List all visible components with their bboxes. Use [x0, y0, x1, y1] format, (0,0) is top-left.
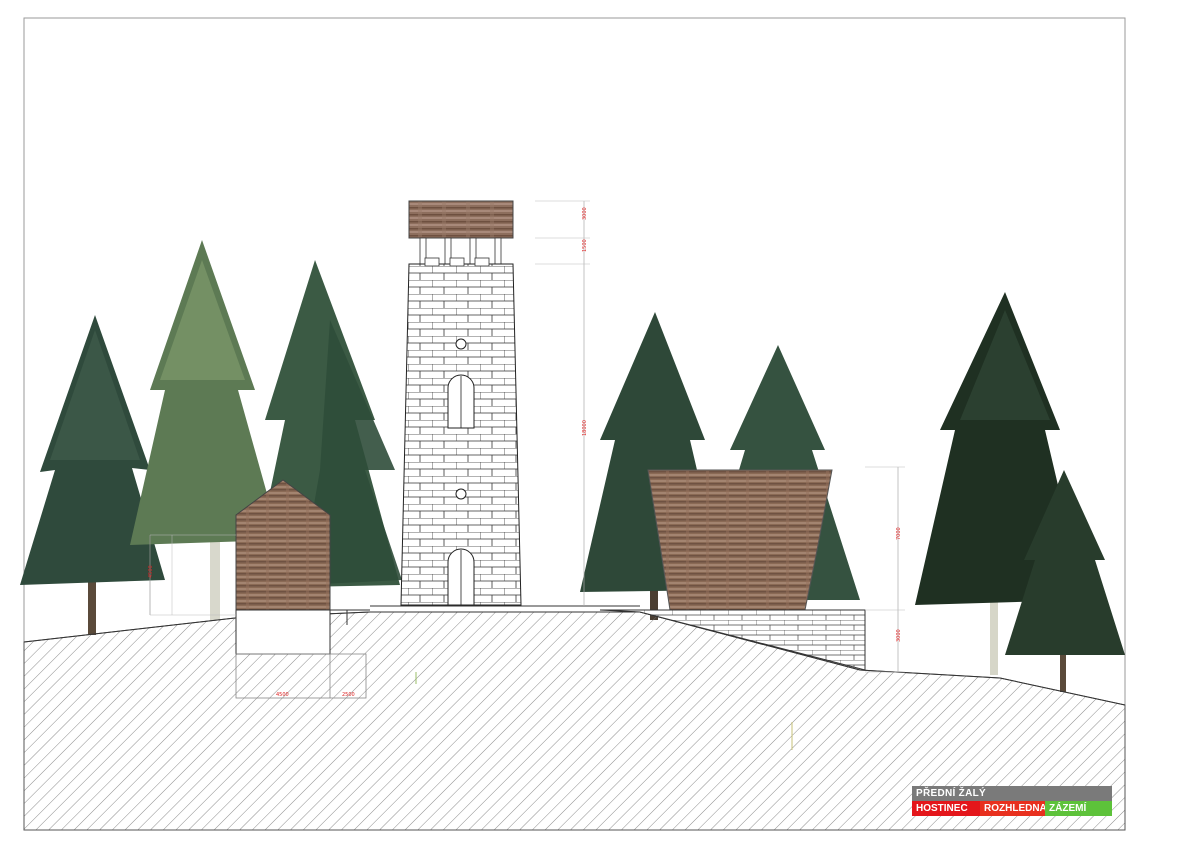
dim-pavilion: 7000 [896, 527, 902, 540]
legend: PŘEDNÍ ŽALÝ HOSTINEC ROZHLEDNA ZÁZEMÍ [912, 786, 1112, 816]
dim-tower-shaft: 18000 [582, 420, 588, 436]
dim-hut-side: 2500 [342, 692, 355, 698]
tree-group-left [20, 240, 402, 635]
legend-item-hostinec: HOSTINEC [912, 801, 980, 816]
dim-roof: 3000 [582, 207, 588, 220]
elevation-drawing: 3000 1500 18000 7000 3000 4500 4500 2500 [20, 17, 1126, 831]
dim-pavilion-base: 3000 [896, 629, 902, 642]
legend-item-zazemi: ZÁZEMÍ [1045, 801, 1112, 816]
tree-group-right [915, 292, 1125, 692]
legend-item-rozhledna: ROZHLEDNA [980, 801, 1047, 816]
dim-hut-width: 4500 [276, 692, 289, 698]
dim-hut-height: 4500 [148, 565, 154, 578]
spruce-tree [20, 315, 165, 635]
legend-title: PŘEDNÍ ŽALÝ [912, 786, 1112, 801]
dim-columns: 1500 [582, 239, 588, 252]
